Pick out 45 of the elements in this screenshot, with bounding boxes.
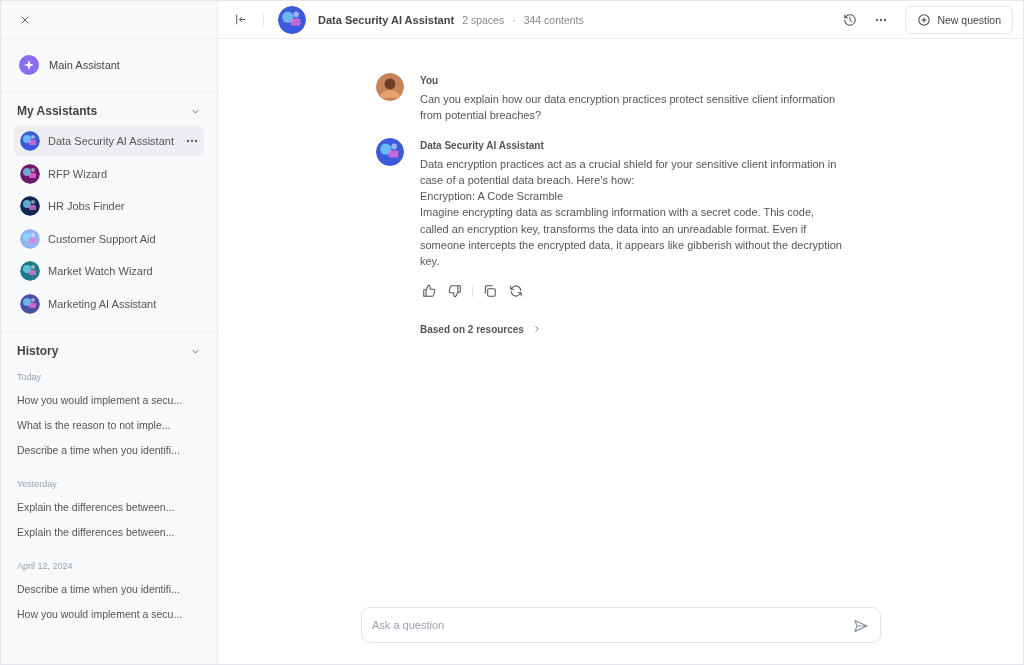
sparkle-icon [19,55,39,75]
separator-dot: · [512,13,516,26]
collapse-icon [234,13,247,26]
message-text: Can you explain how our data encryption practices protect sensitive client information from potential breaches? [420,92,837,124]
assistant-item[interactable]: Marketing AI Assistant [14,288,204,319]
history-item[interactable]: Explain the differences between... [14,520,204,545]
sidebar-item[interactable]: Main Assistant [1,39,217,92]
avatar [278,5,306,34]
plus-icon [917,12,932,27]
assistant-item[interactable]: Market Watch Wizard [14,256,204,286]
history-icon [843,12,858,27]
assistant-item[interactable]: Customer Support Aid [14,223,204,254]
avatar [376,137,404,166]
date-label: Today [16,371,43,384]
date-label: Yesterday [16,478,58,491]
history-item[interactable]: Describe a time when you identifi... [14,438,204,463]
assistant-item[interactable]: RFP Wizard [14,158,204,189]
thumbs-up-icon [422,283,436,298]
assistant-item[interactable]: Data Security AI Assistant [14,126,204,156]
more-icon[interactable] [186,139,198,143]
author-name: You [420,75,440,86]
message-text: Encryption: A Code Scramble [420,189,565,205]
assistant-item[interactable]: HR Jobs Finder [14,191,204,221]
section-heading: History [17,344,59,358]
author-name: Data Security AI Assistant [420,139,545,151]
send-icon [853,618,869,634]
refresh-icon [509,283,523,298]
copy-icon [483,283,497,298]
history-item[interactable]: Explain the differences between... [14,495,204,520]
message-text: Data encryption practices act as a crucial shield for your sensitive client information in case of a potential data breach. Here's how: [420,156,838,188]
history-item[interactable]: How you would implement a secu... [14,388,204,413]
contents-count: 344 contents [523,13,584,26]
assistant-title: Data Security AI Assistant [318,13,455,26]
spaces-count: 2 spaces [462,13,505,26]
question-field[interactable]: Ask a question [361,607,881,643]
history-item[interactable]: How you would implement a secu... [14,602,204,627]
date-label: April 12, 2024 [16,560,74,573]
history-item[interactable]: What is the reason to not imple... [14,413,204,438]
new-question-button[interactable]: New question [905,5,1013,34]
history-item[interactable]: Describe a time when you identifi... [14,577,204,602]
message-text: Imagine encrypting data as scrambling information with a secret code. This code, called an encryption key, transforms the data into an unreadable format. Even if someone intercepts the encrypted data, it appears like gibberish without the decryption key. [420,205,843,270]
thumbs-down-icon [448,283,462,298]
resources-link[interactable]: Based on 2 resources [420,323,542,335]
section-heading: My Assistants [17,104,98,118]
avatar [376,73,404,101]
